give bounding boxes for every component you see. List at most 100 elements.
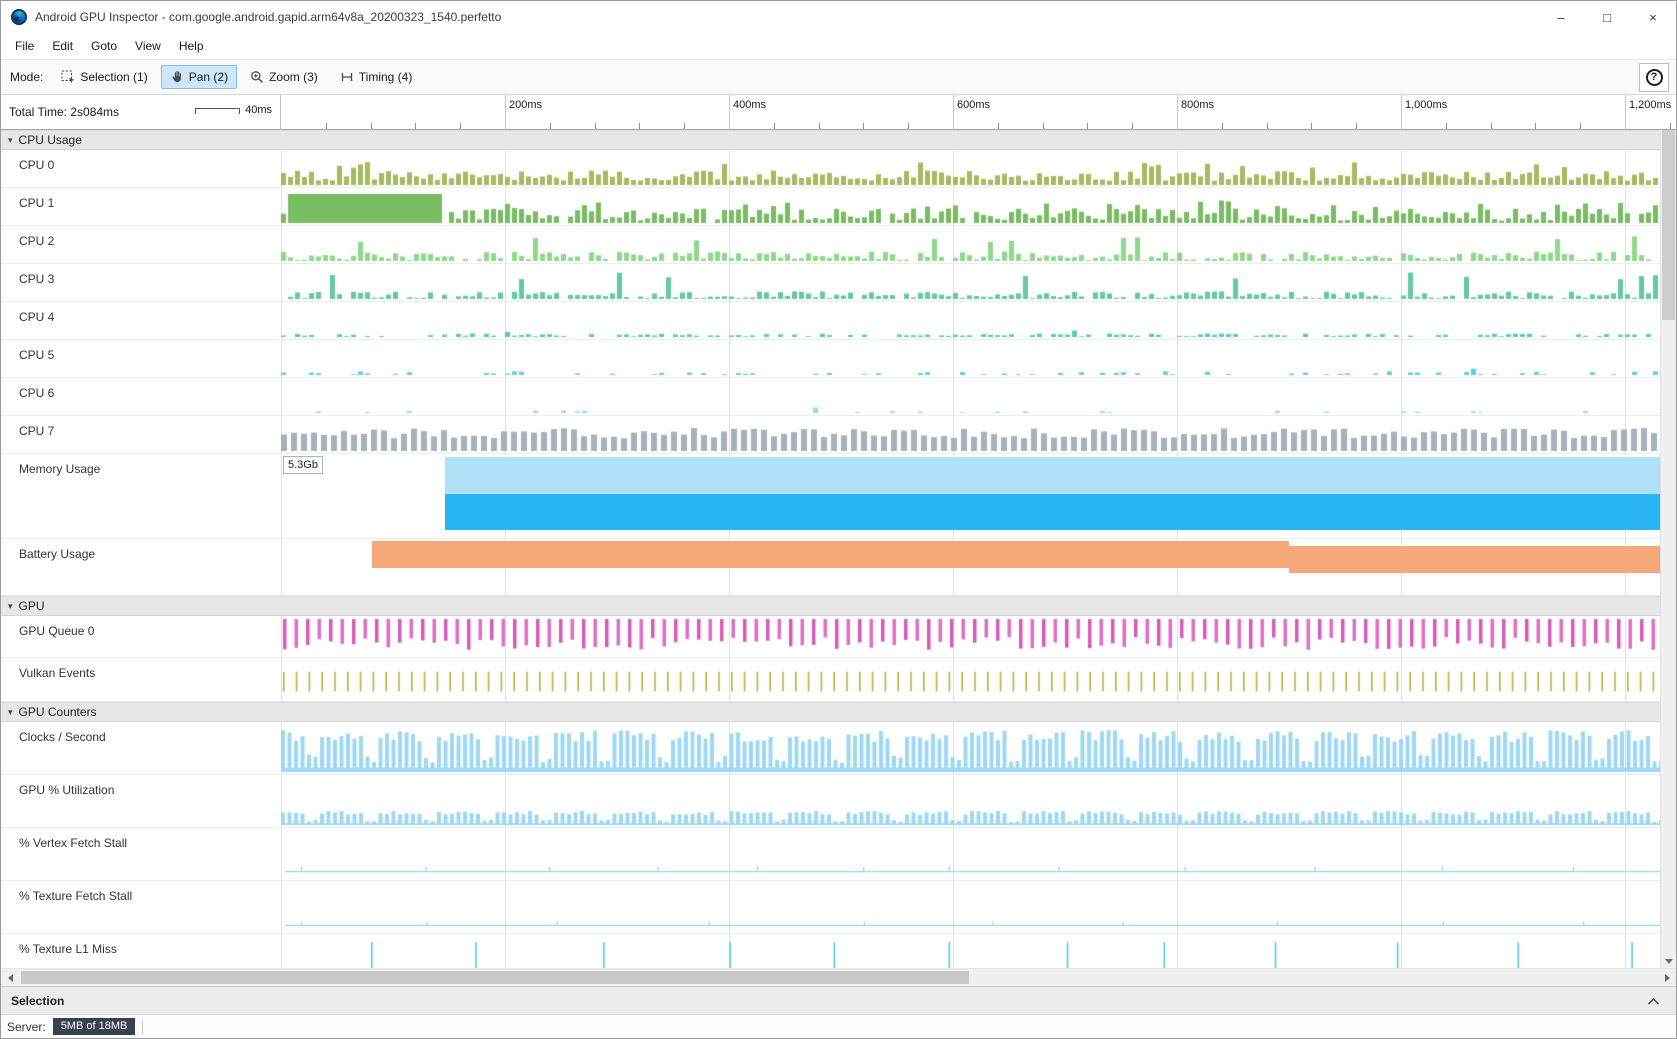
ruler-major-tick	[729, 95, 730, 129]
selection-icon	[61, 70, 75, 84]
memory-band-2	[445, 494, 1660, 530]
track-chart-cpu-0[interactable]	[281, 150, 1676, 187]
ruler-minor-tick	[1311, 123, 1312, 129]
track-canvas	[281, 226, 1662, 263]
scale-label: 40ms	[245, 104, 272, 116]
section-title: CPU Usage	[19, 133, 82, 147]
menu-help[interactable]: Help	[170, 35, 213, 57]
ruler-major-tick	[1401, 95, 1402, 129]
scroll-left-icon[interactable]	[1, 969, 19, 986]
ruler-minor-tick	[326, 123, 327, 129]
ruler-timeline[interactable]: 200ms400ms600ms800ms1,000ms1,200ms	[281, 95, 1676, 129]
ruler-minor-tick	[1446, 123, 1447, 129]
track-chart-clocks-second[interactable]	[281, 722, 1676, 774]
horizontal-scrollbar-thumb[interactable]	[21, 971, 969, 984]
ruler-header: Total Time: 2s084ms 40ms	[1, 95, 281, 129]
selection-mode-button[interactable]: Selection (1)	[52, 65, 156, 89]
menu-view[interactable]: View	[126, 35, 170, 57]
track-label-cpu-5: CPU 5	[1, 340, 281, 377]
maximize-button[interactable]: □	[1584, 1, 1630, 33]
track-canvas	[281, 775, 1662, 827]
ruler-major-tick	[1177, 95, 1178, 129]
track-canvas	[281, 658, 1662, 701]
help-icon: ?	[1646, 69, 1663, 86]
vertical-scrollbar[interactable]	[1660, 130, 1676, 968]
ruler-minor-tick	[908, 123, 909, 129]
mode-buttons: Selection (1)Pan (2)Zoom (3)Timing (4)	[52, 65, 421, 89]
menu-goto[interactable]: Goto	[82, 35, 126, 57]
app-window: Android GPU Inspector - com.google.andro…	[0, 0, 1677, 1039]
close-button[interactable]: ×	[1630, 1, 1676, 33]
ruler-minor-tick	[1267, 123, 1268, 129]
ruler-minor-tick	[415, 123, 416, 129]
collapse-triangle-icon[interactable]: ▾	[8, 136, 13, 145]
track-label-vertex-fetch-stall: % Vertex Fetch Stall	[1, 828, 281, 880]
track-canvas	[281, 616, 1662, 657]
scroll-right-icon[interactable]	[1658, 969, 1676, 986]
collapse-triangle-icon[interactable]: ▾	[8, 708, 13, 717]
track-chart-cpu-2[interactable]	[281, 226, 1676, 263]
track-row-cpu-3: CPU 3	[1, 264, 1676, 302]
ruler-minor-tick	[1670, 123, 1671, 129]
ruler-minor-tick	[819, 123, 820, 129]
zoom-mode-button[interactable]: Zoom (3)	[241, 65, 327, 89]
track-row-cpu-6: CPU 6	[1, 378, 1676, 416]
pan-icon	[170, 70, 184, 84]
section-header-cpu-usage[interactable]: ▾ CPU Usage	[1, 130, 1676, 150]
track-chart-texture-l1-miss[interactable]	[281, 934, 1676, 968]
track-label-clocks-second: Clocks / Second	[1, 722, 281, 774]
track-label-battery-usage: Battery Usage	[1, 539, 281, 595]
section-header-gpu-counters[interactable]: ▾GPU Counters	[1, 702, 1676, 722]
track-chart-cpu-6[interactable]	[281, 378, 1676, 415]
selection-panel-title: Selection	[11, 994, 64, 1008]
server-label: Server:	[7, 1020, 46, 1034]
ruler-minor-tick	[1043, 123, 1044, 129]
window-controls: – □ ×	[1538, 1, 1676, 33]
track-row-cpu-0: CPU 0	[1, 150, 1676, 188]
track-row-gpu-utilization: GPU % Utilization	[1, 775, 1676, 828]
battery-band	[372, 541, 1289, 568]
track-chart-cpu-7[interactable]	[281, 416, 1676, 453]
track-chart-cpu-1[interactable]	[281, 188, 1676, 225]
track-canvas	[281, 264, 1662, 301]
track-chart-texture-fetch-stall[interactable]	[281, 881, 1676, 933]
horizontal-scrollbar[interactable]	[1, 968, 1676, 986]
track-chart-gpu-utilization[interactable]	[281, 775, 1676, 827]
track-label-cpu-0: CPU 0	[1, 150, 281, 187]
track-chart-memory-usage[interactable]: 5.3Gb	[281, 454, 1676, 538]
ruler-minor-tick	[371, 123, 372, 129]
collapse-chevron-icon[interactable]	[1647, 997, 1660, 1005]
help-button[interactable]: ?	[1639, 63, 1669, 92]
track-label-cpu-7: CPU 7	[1, 416, 281, 453]
titlebar: Android GPU Inspector - com.google.andro…	[1, 1, 1676, 33]
section-header-gpu[interactable]: ▾ GPU	[1, 596, 1676, 616]
menu-file[interactable]: File	[6, 35, 43, 57]
track-label-gpu-queue-0: GPU Queue 0	[1, 616, 281, 657]
timing-mode-button[interactable]: Timing (4)	[331, 65, 422, 89]
track-chart-cpu-4[interactable]	[281, 302, 1676, 339]
track-label-memory-usage: Memory Usage	[1, 454, 281, 538]
track-chart-vulkan-events[interactable]	[281, 658, 1676, 701]
track-label-texture-fetch-stall: % Texture Fetch Stall	[1, 881, 281, 933]
minimize-button[interactable]: –	[1538, 1, 1584, 33]
vertical-scrollbar-thumb[interactable]	[1662, 130, 1675, 320]
ruler-minor-tick	[1580, 123, 1581, 129]
collapse-triangle-icon[interactable]: ▾	[8, 602, 13, 611]
battery-band	[1289, 546, 1660, 573]
scroll-down-icon[interactable]	[1665, 959, 1673, 964]
track-chart-cpu-3[interactable]	[281, 264, 1676, 301]
track-canvas	[281, 881, 1662, 933]
track-label-cpu-3: CPU 3	[1, 264, 281, 301]
pan-mode-button[interactable]: Pan (2)	[161, 65, 237, 89]
track-canvas	[281, 188, 1662, 225]
section-title: GPU	[19, 599, 45, 613]
ruler-minor-tick	[1491, 123, 1492, 129]
menu-edit[interactable]: Edit	[43, 35, 82, 57]
track-chart-battery-usage[interactable]	[281, 539, 1676, 595]
track-label-cpu-2: CPU 2	[1, 226, 281, 263]
track-chart-gpu-queue-0[interactable]	[281, 616, 1676, 657]
selection-panel-header[interactable]: Selection	[1, 986, 1676, 1014]
track-row-cpu-7: CPU 7	[1, 416, 1676, 454]
track-chart-cpu-5[interactable]	[281, 340, 1676, 377]
track-chart-vertex-fetch-stall[interactable]	[281, 828, 1676, 880]
